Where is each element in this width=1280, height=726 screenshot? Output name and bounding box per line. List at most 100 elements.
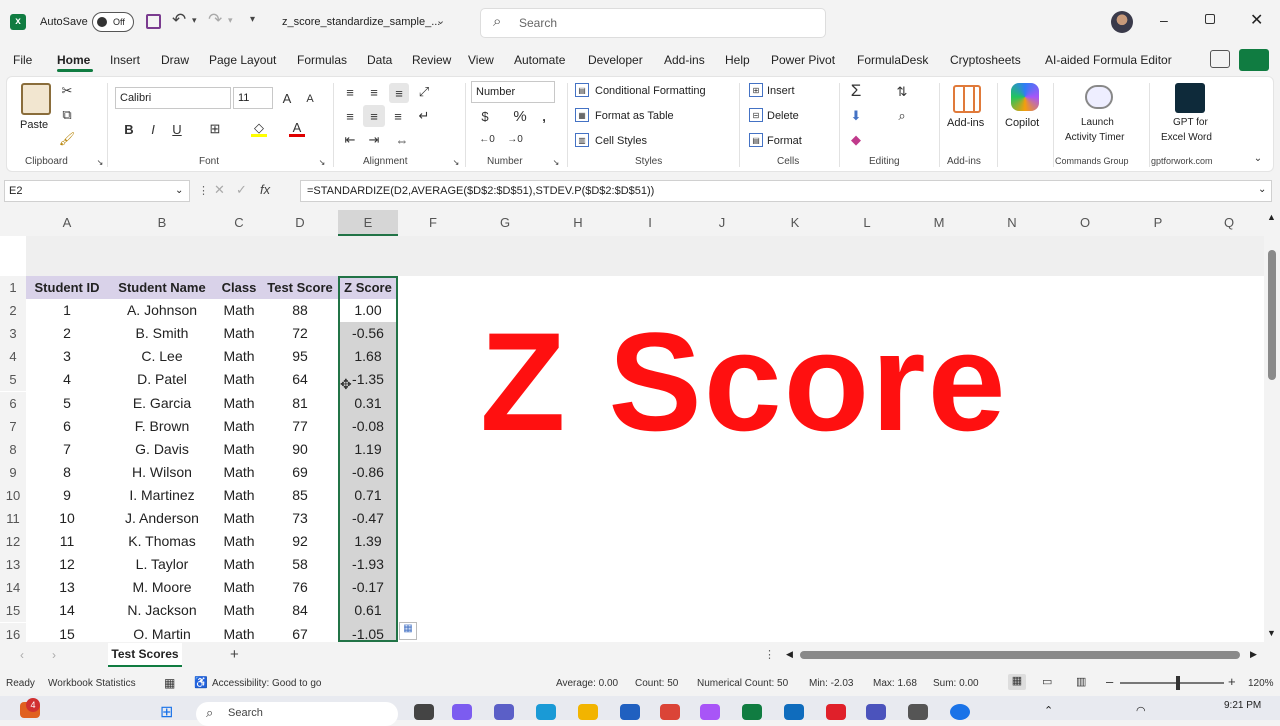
- row-header[interactable]: 12: [0, 530, 26, 553]
- autosum-button[interactable]: Σ: [847, 81, 865, 101]
- launch-timer-line2[interactable]: Activity Timer: [1065, 132, 1124, 143]
- format-as-table-button[interactable]: Format as Table: [595, 110, 674, 122]
- table-cell[interactable]: 9: [26, 484, 108, 507]
- table-cell[interactable]: 77: [262, 415, 338, 438]
- outlook-icon[interactable]: [784, 704, 804, 720]
- table-cell[interactable]: 2: [26, 322, 108, 345]
- gpt-line2[interactable]: Excel Word: [1161, 132, 1212, 143]
- table-cell[interactable]: Math: [216, 415, 262, 438]
- document-title[interactable]: z_score_standardize_sample_...: [282, 16, 440, 28]
- add-ins-icon[interactable]: [953, 85, 981, 113]
- table-cell[interactable]: A. Johnson: [108, 299, 216, 322]
- row-header[interactable]: 5: [0, 368, 26, 391]
- table-cell[interactable]: 10: [26, 507, 108, 530]
- more-options-icon[interactable]: ⋮: [198, 184, 209, 197]
- number-launcher-icon[interactable]: ↘: [551, 157, 561, 167]
- table-cell[interactable]: -1.93: [339, 553, 397, 576]
- table-cell[interactable]: 0.61: [339, 599, 397, 622]
- table-cell[interactable]: M. Moore: [108, 576, 216, 599]
- table-cell[interactable]: -0.47: [339, 507, 397, 530]
- tab-view[interactable]: View: [468, 53, 494, 67]
- row-header[interactable]: 8: [0, 438, 26, 461]
- table-cell[interactable]: 81: [262, 392, 338, 415]
- column-header-f[interactable]: F: [398, 210, 468, 236]
- header-cell[interactable]: Z Score: [339, 276, 397, 299]
- table-cell[interactable]: Math: [216, 599, 262, 622]
- zoom-slider-thumb[interactable]: [1176, 676, 1180, 690]
- table-cell[interactable]: 14: [26, 599, 108, 622]
- zoom-in-icon[interactable]: +: [1228, 674, 1236, 689]
- vertical-scrollbar[interactable]: ▲ ▼: [1264, 210, 1280, 642]
- table-cell[interactable]: B. Smith: [108, 322, 216, 345]
- restore-icon[interactable]: [1205, 14, 1215, 24]
- store-icon[interactable]: [620, 704, 640, 720]
- table-cell[interactable]: 76: [262, 576, 338, 599]
- tab-file[interactable]: File: [13, 53, 32, 67]
- table-cell[interactable]: 1.00: [339, 299, 397, 322]
- increase-font-icon[interactable]: A: [279, 89, 295, 107]
- scroll-left-icon[interactable]: ◀: [786, 649, 793, 660]
- chevron-down-icon[interactable]: ⌄: [175, 181, 183, 201]
- copy-icon[interactable]: ⧉: [59, 107, 75, 123]
- column-header-q[interactable]: Q: [1194, 210, 1264, 236]
- conditional-formatting-icon[interactable]: ▤: [575, 83, 589, 97]
- column-header-h[interactable]: H: [542, 210, 614, 236]
- taskbar-search[interactable]: ⌕ Search: [196, 702, 398, 726]
- redo-icon[interactable]: ↷: [208, 10, 222, 30]
- clipboard-launcher-icon[interactable]: ↘: [95, 157, 105, 167]
- table-cell[interactable]: K. Thomas: [108, 530, 216, 553]
- paste-button[interactable]: Paste: [20, 119, 48, 131]
- paste-icon[interactable]: [21, 83, 51, 115]
- copilot-taskbar-icon[interactable]: [452, 704, 472, 720]
- row-header[interactable]: 10: [0, 484, 26, 507]
- row-header[interactable]: 7: [0, 415, 26, 438]
- table-cell[interactable]: Math: [216, 299, 262, 322]
- quick-analysis-icon[interactable]: ▦: [399, 622, 417, 640]
- table-cell[interactable]: 73: [262, 507, 338, 530]
- table-cell[interactable]: 64: [262, 368, 338, 391]
- cell-styles-button[interactable]: Cell Styles: [595, 135, 647, 147]
- copilot-icon[interactable]: [1011, 83, 1039, 111]
- table-cell[interactable]: 13: [26, 576, 108, 599]
- table-cell[interactable]: 8: [26, 461, 108, 484]
- average-stat[interactable]: Average: 0.00: [556, 678, 618, 689]
- table-cell[interactable]: C. Lee: [108, 345, 216, 368]
- table-cell[interactable]: Math: [216, 530, 262, 553]
- table-cell[interactable]: 72: [262, 322, 338, 345]
- clear-icon[interactable]: ◆: [847, 131, 865, 149]
- column-header-m[interactable]: M: [902, 210, 976, 236]
- row-header[interactable]: 4: [0, 345, 26, 368]
- column-header-p[interactable]: P: [1122, 210, 1194, 236]
- header-cell[interactable]: Student Name: [108, 276, 216, 299]
- row-header[interactable]: 2: [0, 299, 26, 322]
- undo-icon[interactable]: ↶: [172, 10, 186, 30]
- table-cell[interactable]: 1.68: [339, 345, 397, 368]
- table-cell[interactable]: Math: [216, 392, 262, 415]
- column-header-g[interactable]: G: [468, 210, 542, 236]
- start-icon[interactable]: ⊞: [160, 702, 173, 722]
- cell-styles-icon[interactable]: ▥: [575, 133, 589, 147]
- tab-add-ins[interactable]: Add-ins: [664, 53, 705, 67]
- vertical-scroll-thumb[interactable]: [1268, 250, 1276, 380]
- scroll-up-icon[interactable]: ▲: [1267, 212, 1276, 222]
- settings-icon[interactable]: [950, 704, 970, 720]
- edge-icon[interactable]: [536, 704, 556, 720]
- numerical-count-stat[interactable]: Numerical Count: 50: [697, 678, 788, 689]
- column-header-c[interactable]: C: [216, 210, 262, 236]
- share-icon[interactable]: [1239, 49, 1269, 71]
- tab-formulas[interactable]: Formulas: [297, 53, 347, 67]
- align-top-icon[interactable]: ≡: [341, 83, 359, 101]
- table-cell[interactable]: G. Davis: [108, 438, 216, 461]
- comments-icon[interactable]: [1210, 50, 1230, 68]
- table-cell[interactable]: 1: [26, 299, 108, 322]
- launch-timer-line1[interactable]: Launch: [1081, 117, 1114, 128]
- table-cell[interactable]: 69: [262, 461, 338, 484]
- header-cell[interactable]: Class: [216, 276, 262, 299]
- min-stat[interactable]: Min: -2.03: [809, 678, 853, 689]
- table-cell[interactable]: Math: [216, 553, 262, 576]
- select-all-corner[interactable]: [0, 210, 26, 236]
- tab-power-pivot[interactable]: Power Pivot: [771, 53, 835, 67]
- decrease-font-icon[interactable]: A: [303, 91, 317, 107]
- undo-dropdown-icon[interactable]: ▾: [192, 15, 197, 26]
- delete-cells-button[interactable]: Delete: [767, 110, 799, 122]
